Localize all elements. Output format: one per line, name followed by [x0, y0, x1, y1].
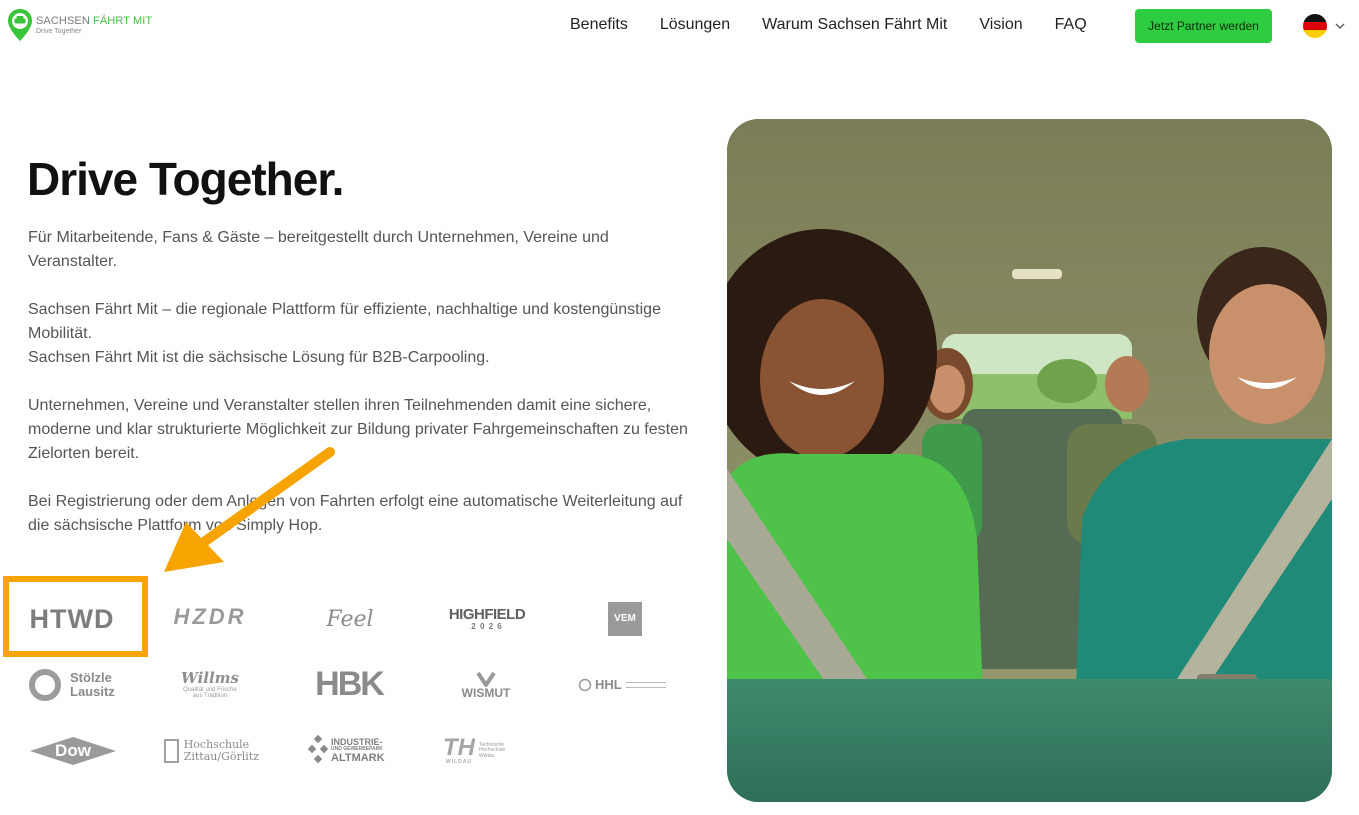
carpool-photo-image — [727, 119, 1332, 802]
logo-dow-text: Dow — [55, 741, 91, 761]
logo-hochschule-zittau[interactable]: Hochschule Zittau/Görlitz — [164, 737, 259, 765]
hero-paragraph-2: Sachsen Fährt Mit – die regionale Plattf… — [28, 301, 661, 366]
zittau-emblem-icon — [164, 739, 179, 763]
logo-willms-sub2: aus Tradition — [192, 692, 228, 699]
logo-zittau-line2: Zittau/Görlitz — [183, 750, 259, 763]
logo-stoelzle-line1: Stölzle — [70, 670, 112, 686]
logo-wildau-text3: Wildau — [479, 752, 495, 759]
logo-hhl[interactable]: HHL — [578, 673, 670, 697]
nav-benefits[interactable]: Benefits — [570, 16, 628, 34]
hero-paragraph-1: Für Mitarbeitende, Fans & Gäste – bereit… — [28, 229, 609, 270]
nav-vision[interactable]: Vision — [979, 16, 1022, 34]
logo-hzdr[interactable]: HZDR — [165, 600, 255, 634]
logo-subtitle: Drive Together — [36, 28, 82, 35]
logo-feel[interactable]: Feel — [320, 602, 380, 638]
site-header: SACHSEN FÄHRT MIT Drive Together Benefit… — [0, 0, 1359, 50]
main-nav: Benefits Lösungen Warum Sachsen Fährt Mi… — [570, 16, 1119, 34]
chevron-down-icon — [1335, 23, 1345, 30]
logo-dow[interactable]: Dow — [28, 735, 118, 767]
nav-faq[interactable]: FAQ — [1055, 16, 1087, 34]
logo-hbk[interactable]: HBK — [302, 666, 396, 702]
logo[interactable]: SACHSEN FÄHRT MIT Drive Together — [7, 8, 152, 42]
germany-flag-icon — [1303, 14, 1327, 38]
logo-title-part1: SACHSEN — [36, 15, 90, 27]
hero-description: Für Mitarbeitende, Fans & Gäste – bereit… — [28, 226, 698, 562]
nav-warum[interactable]: Warum Sachsen Fährt Mit — [762, 16, 947, 34]
logo-wismut-text: WISMUT — [461, 685, 511, 700]
hero-paragraph-4: Bei Registrierung oder dem Anlegen von F… — [28, 493, 683, 534]
logo-highfield[interactable]: HIGHFIELD 2 0 2 6 — [448, 601, 526, 637]
nav-loesungen[interactable]: Lösungen — [660, 16, 730, 34]
logo-wismut[interactable]: WISMUT — [455, 666, 517, 704]
hhl-globe-icon — [578, 678, 592, 692]
logo-altmark[interactable]: INDUSTRIE- UND GEWERBEPARK ALTMARK — [305, 733, 393, 769]
logo-willms-text: Willms — [181, 668, 239, 687]
logo-stoelzle-line2: Lausitz — [70, 684, 115, 699]
logo-highfield-text: HIGHFIELD — [448, 605, 526, 623]
logo-title: SACHSEN FÄHRT MIT — [36, 16, 152, 27]
altmark-cubes-icon — [307, 734, 329, 764]
logo-wildau-mark: TH — [443, 734, 475, 762]
logo-altmark-line3: ALTMARK — [331, 751, 385, 764]
stoelzle-ring-icon — [29, 669, 61, 701]
logo-vem[interactable]: VEM — [608, 602, 642, 636]
logo-willms[interactable]: Willms Qualität und Frische aus Traditio… — [174, 667, 246, 703]
map-pin-car-icon — [8, 9, 32, 41]
logo-hhl-text: HHL — [595, 677, 622, 693]
hero-photo — [727, 119, 1332, 802]
language-switcher[interactable] — [1303, 14, 1347, 38]
logo-wildau-sub: WILDAU — [446, 759, 472, 766]
logo-title-part2: FÄHRT MIT — [93, 15, 153, 27]
logo-stoelzle[interactable]: Stölzle Lausitz — [28, 667, 120, 703]
hero-paragraph-3: Unternehmen, Vereine und Veranstalter st… — [28, 397, 688, 462]
hero-title: Drive Together. — [27, 153, 344, 205]
logo-highfield-year: 2 0 2 6 — [471, 621, 503, 631]
partner-cta-button[interactable]: Jetzt Partner werden — [1135, 9, 1272, 43]
wismut-mark-icon — [476, 671, 496, 687]
highlight-box — [3, 576, 148, 657]
logo-th-wildau[interactable]: TH WILDAU Technische Hochschule Wildau — [443, 732, 533, 770]
